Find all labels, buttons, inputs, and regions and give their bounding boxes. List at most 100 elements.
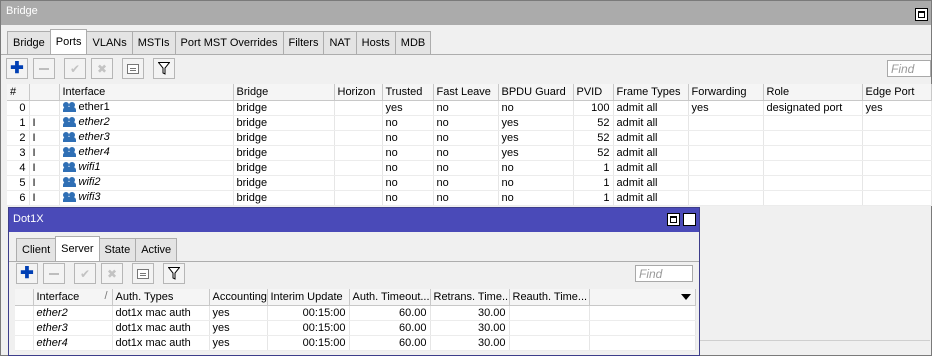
filter-button[interactable]	[153, 58, 175, 79]
frame-types-cell: admit all	[613, 190, 689, 206]
interface-cell: ether3	[33, 320, 113, 336]
interface-cell: ether4	[59, 145, 234, 161]
col-horizon[interactable]: Horizon	[334, 84, 383, 101]
interface-icon	[62, 191, 76, 202]
tab-vlans[interactable]: VLANs	[86, 31, 133, 54]
table-row[interactable]: ether4 dot1x mac auth yes 00:15:00 60.00 30.0…	[15, 335, 696, 351]
bridge-titlebar[interactable]: Bridge	[1, 1, 931, 25]
col-interim-update[interactable]: Interim Update	[267, 289, 350, 306]
tab-active[interactable]: Active	[135, 238, 178, 261]
auth-timeout-cell: 60.00	[349, 335, 431, 351]
col-retrans-timeout[interactable]: Retrans. Time...	[430, 289, 510, 306]
row-number: 5	[7, 175, 30, 191]
col-flags[interactable]	[15, 289, 34, 306]
interface-name: ether1	[78, 100, 110, 113]
table-row[interactable]: 6 Iwifi3 bridge no no no 1 admit all	[7, 190, 932, 206]
table-row[interactable]: 2 Iether3 bridge no no yes 52 admit all	[7, 130, 932, 146]
table-row[interactable]: 4 Iwifi1 bridge no no no 1 admit all	[7, 160, 932, 176]
col-bpdu-guard[interactable]: BPDU Guard	[498, 84, 574, 101]
fast-leave-cell: no	[433, 100, 499, 116]
dot1x-window-title: Dot1X	[13, 213, 44, 225]
comment-button[interactable]	[122, 58, 144, 79]
col-frame-types[interactable]: Frame Types	[613, 84, 689, 101]
pvid-cell: 100	[573, 100, 614, 116]
bridge-window-title: Bridge	[6, 5, 38, 17]
col-bridge[interactable]: Bridge	[233, 84, 335, 101]
row-flag: I	[29, 115, 60, 131]
table-row[interactable]: 0 ether1 bridge yes no no 100 admit all yes desig…	[7, 100, 932, 116]
add-icon: ✚	[10, 59, 24, 77]
col-pvid[interactable]: PVID	[573, 84, 614, 101]
row-flag	[15, 305, 34, 321]
remove-button[interactable]	[43, 263, 65, 284]
comment-button[interactable]	[132, 263, 154, 284]
auth-timeout-cell: 60.00	[349, 320, 431, 336]
col-forwarding[interactable]: Forwarding	[688, 84, 764, 101]
col-num[interactable]: #	[7, 84, 30, 101]
enable-button[interactable]: ✔	[64, 58, 86, 79]
close-icon[interactable]: ✕	[683, 213, 696, 226]
dot1x-titlebar[interactable]: Dot1X ✕	[9, 208, 699, 232]
col-interface[interactable]: Interface	[59, 84, 234, 101]
interface-name: ether4	[78, 145, 110, 158]
table-row[interactable]: 1 Iether2 bridge no no yes 52 admit all	[7, 115, 932, 131]
role-cell	[763, 115, 863, 131]
tab-server[interactable]: Server	[55, 236, 100, 261]
column-menu[interactable]	[589, 289, 696, 306]
remove-button[interactable]	[33, 58, 55, 79]
filter-button[interactable]	[163, 263, 185, 284]
interface-cell: wifi3	[59, 190, 234, 206]
bridge-find-input[interactable]	[887, 60, 931, 77]
tab-ports[interactable]: Ports	[49, 29, 88, 54]
table-row[interactable]: ether3 dot1x mac auth yes 00:15:00 60.00 30.0…	[15, 320, 696, 336]
table-row[interactable]: ether2 dot1x mac auth yes 00:15:00 60.00 30.0…	[15, 305, 696, 321]
interim-update-cell: 00:15:00	[267, 335, 350, 351]
col-auth-types[interactable]: Auth. Types	[112, 289, 210, 306]
dot1x-find-input[interactable]	[635, 265, 693, 282]
col-role[interactable]: Role	[763, 84, 863, 101]
disable-button[interactable]: ✖	[101, 263, 123, 284]
frame-types-cell: admit all	[613, 100, 689, 116]
interface-name: wifi2	[78, 175, 101, 188]
tab-port-mst-overrides[interactable]: Port MST Overrides	[174, 31, 284, 54]
dot1x-window: Dot1X ✕ Client Server State Active ✚ ✔ ✖…	[8, 207, 700, 356]
tab-bridge[interactable]: Bridge	[7, 31, 51, 54]
forwarding-cell	[688, 145, 764, 161]
accounting-cell: yes	[209, 335, 268, 351]
interface-icon	[62, 176, 76, 187]
enable-button[interactable]: ✔	[74, 263, 96, 284]
maximize-icon[interactable]	[915, 8, 928, 21]
add-button[interactable]: ✚	[16, 263, 38, 284]
table-row[interactable]: 3 Iether4 bridge no no yes 52 admit all	[7, 145, 932, 161]
col-auth-timeout[interactable]: Auth. Timeout...	[349, 289, 431, 306]
disable-button[interactable]: ✖	[91, 58, 113, 79]
tab-state[interactable]: State	[98, 238, 137, 261]
tab-mdb[interactable]: MDB	[394, 31, 432, 54]
enable-icon: ✔	[79, 266, 91, 281]
tab-hosts[interactable]: Hosts	[355, 31, 396, 54]
col-flags[interactable]	[29, 84, 60, 101]
trusted-cell: yes	[382, 100, 434, 116]
col-accounting[interactable]: Accounting	[209, 289, 268, 306]
tab-divider	[1, 54, 931, 55]
maximize-icon[interactable]	[667, 213, 680, 226]
tab-nat[interactable]: NAT	[323, 31, 357, 54]
row-flag: I	[29, 160, 60, 176]
tab-client[interactable]: Client	[16, 238, 57, 261]
horizontal-scrollbar[interactable]	[700, 340, 930, 354]
add-button[interactable]: ✚	[6, 58, 28, 79]
col-reauth-timeout[interactable]: Reauth. Time...	[509, 289, 590, 306]
interface-name: ether3	[78, 130, 110, 143]
interface-name: wifi3	[78, 190, 101, 203]
col-interface[interactable]: Interface /	[33, 289, 113, 306]
empty-cell	[589, 320, 696, 336]
col-trusted[interactable]: Trusted	[382, 84, 434, 101]
tab-filters[interactable]: Filters	[282, 31, 325, 54]
table-row[interactable]: 5 Iwifi2 bridge no no no 1 admit all	[7, 175, 932, 191]
frame-types-cell: admit all	[613, 160, 689, 176]
tab-mstis[interactable]: MSTIs	[131, 31, 176, 54]
horizon-cell	[334, 100, 383, 116]
comment-icon	[137, 268, 149, 279]
col-edge-port[interactable]: Edge Port	[862, 84, 932, 101]
col-fast-leave[interactable]: Fast Leave	[433, 84, 499, 101]
